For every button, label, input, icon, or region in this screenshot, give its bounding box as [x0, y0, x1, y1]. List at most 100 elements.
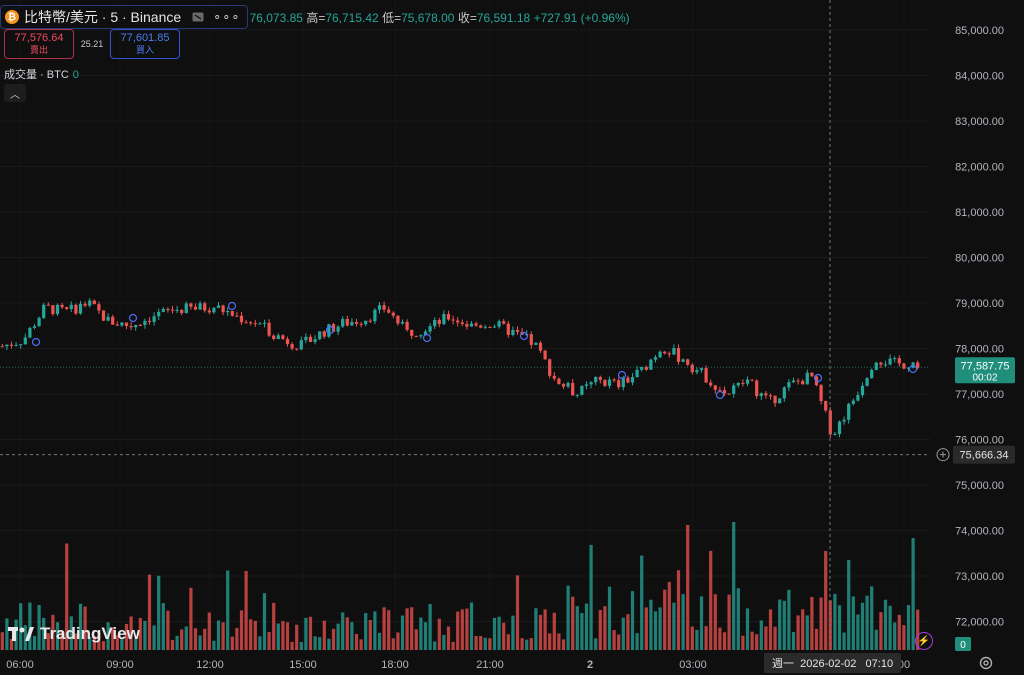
- tradingview-logo[interactable]: TradingView: [8, 624, 140, 644]
- volume-bar: [143, 620, 147, 650]
- high-value: 76,715.42: [325, 10, 379, 25]
- volume-bar: [226, 570, 230, 650]
- volume-bar: [175, 635, 179, 650]
- candle-body: [474, 323, 478, 326]
- candle-body: [502, 321, 506, 324]
- candle-body: [879, 362, 883, 365]
- volume-bar: [193, 628, 198, 650]
- symbol-title[interactable]: 比特幣/美元 · 5 · Binance: [24, 7, 181, 27]
- collapse-indicators-button[interactable]: ︿: [4, 84, 26, 102]
- candle-body: [469, 323, 474, 327]
- time-tick: 12:00: [196, 659, 224, 671]
- candle-body: [92, 300, 96, 305]
- eye-off-icon[interactable]: [191, 11, 205, 23]
- volume-bar: [515, 575, 520, 650]
- price-tick: 81,000.00: [955, 207, 1004, 219]
- candle-body: [46, 304, 50, 306]
- symbol-selector[interactable]: ₿ 比特幣/美元 · 5 · Binance ∘∘∘: [0, 5, 248, 29]
- candle-body: [299, 340, 303, 350]
- candle-body: [492, 326, 497, 328]
- candle-body: [451, 319, 455, 321]
- price-tick: 83,000.00: [955, 116, 1004, 128]
- volume-value: 0: [72, 69, 79, 81]
- candle-body: [290, 344, 294, 349]
- volume-bar: [502, 622, 506, 650]
- volume-bar: [465, 608, 469, 650]
- candle-body: [534, 342, 538, 345]
- volume-bar: [630, 591, 635, 650]
- volume-bar: [520, 638, 524, 650]
- volume-bar: [906, 605, 911, 650]
- volume-bar: [667, 581, 671, 650]
- candle-body: [313, 339, 317, 342]
- volume-bar: [833, 593, 837, 650]
- candle-body: [396, 315, 400, 324]
- volume-bar: [414, 629, 418, 650]
- candle-body: [732, 385, 736, 394]
- candle-body: [308, 336, 313, 342]
- volume-bar: [405, 608, 409, 650]
- volume-bar: [722, 632, 727, 650]
- candle-body: [28, 327, 32, 338]
- volume-bar: [483, 637, 487, 650]
- candle-body: [456, 320, 460, 323]
- candle-body: [88, 300, 92, 306]
- candle-body: [129, 326, 133, 328]
- volume-bar: [768, 609, 773, 650]
- volume-bar: [313, 636, 317, 650]
- volume-bar: [147, 574, 152, 650]
- candle-body: [506, 323, 510, 335]
- current-price-value: 77,587.75: [961, 360, 1010, 372]
- volume-bar: [239, 610, 244, 650]
- settings-icon[interactable]: [978, 655, 994, 671]
- volume-bar: [497, 616, 501, 650]
- volume-bar: [166, 610, 170, 650]
- volume-bar: [456, 611, 460, 650]
- volume-bar: [506, 634, 510, 650]
- volume-bar: [258, 636, 262, 650]
- volume-bar: [511, 615, 515, 650]
- candle-body: [377, 305, 382, 310]
- time-tick: 21:00: [476, 659, 504, 671]
- volume-bar: [851, 596, 855, 650]
- volume-bar: [658, 607, 662, 650]
- volume-bar: [837, 605, 842, 650]
- candle-body: [778, 398, 782, 404]
- volume-bar: [170, 639, 175, 650]
- volume-bar: [663, 589, 667, 650]
- candle-body: [249, 322, 253, 324]
- more-icon[interactable]: ∘∘∘: [213, 9, 240, 25]
- tradingview-mark-icon: [8, 627, 34, 641]
- volume-bar: [189, 587, 193, 650]
- lightning-icon[interactable]: ⚡: [915, 632, 933, 650]
- volume-bar: [713, 594, 717, 650]
- candle-body: [594, 376, 598, 383]
- sell-button[interactable]: 77,576.64 賣出: [4, 29, 74, 59]
- volume-bar: [336, 623, 340, 650]
- volume-bar: [276, 623, 280, 650]
- buy-button[interactable]: 77,601.85 買入: [110, 29, 180, 59]
- volume-bar: [755, 634, 759, 650]
- candle-body: [345, 318, 349, 326]
- chart-canvas[interactable]: 77,587.7500:02 75,666.34 0 85,000.00 84,000…: [0, 0, 1024, 675]
- chart-area[interactable]: 77,587.75 00:02 75,666.34 0 85,000.00 84,000…: [0, 0, 1024, 675]
- candle-body: [433, 319, 437, 327]
- candle-body: [60, 304, 64, 308]
- event-marker-icon: [715, 390, 725, 400]
- crosshair-time-label: 週一 2026-02-02 07:10: [764, 653, 902, 673]
- candle-body: [124, 322, 129, 327]
- candle-body: [78, 303, 83, 314]
- candle-body: [410, 329, 414, 336]
- candle-body: [750, 379, 754, 381]
- candle-body: [101, 310, 106, 321]
- candle-body: [262, 322, 267, 324]
- volume-indicator-label[interactable]: 成交量 · BTC 0: [4, 66, 79, 82]
- price-tick: 73,000.00: [955, 571, 1004, 583]
- candle-body: [745, 379, 750, 384]
- volume-bar: [617, 634, 621, 650]
- volume-bar: [594, 638, 598, 650]
- candle-body: [382, 305, 386, 310]
- volume-bar: [732, 521, 736, 650]
- volume-bar: [897, 614, 901, 650]
- price-tick: 74,000.00: [955, 526, 1004, 538]
